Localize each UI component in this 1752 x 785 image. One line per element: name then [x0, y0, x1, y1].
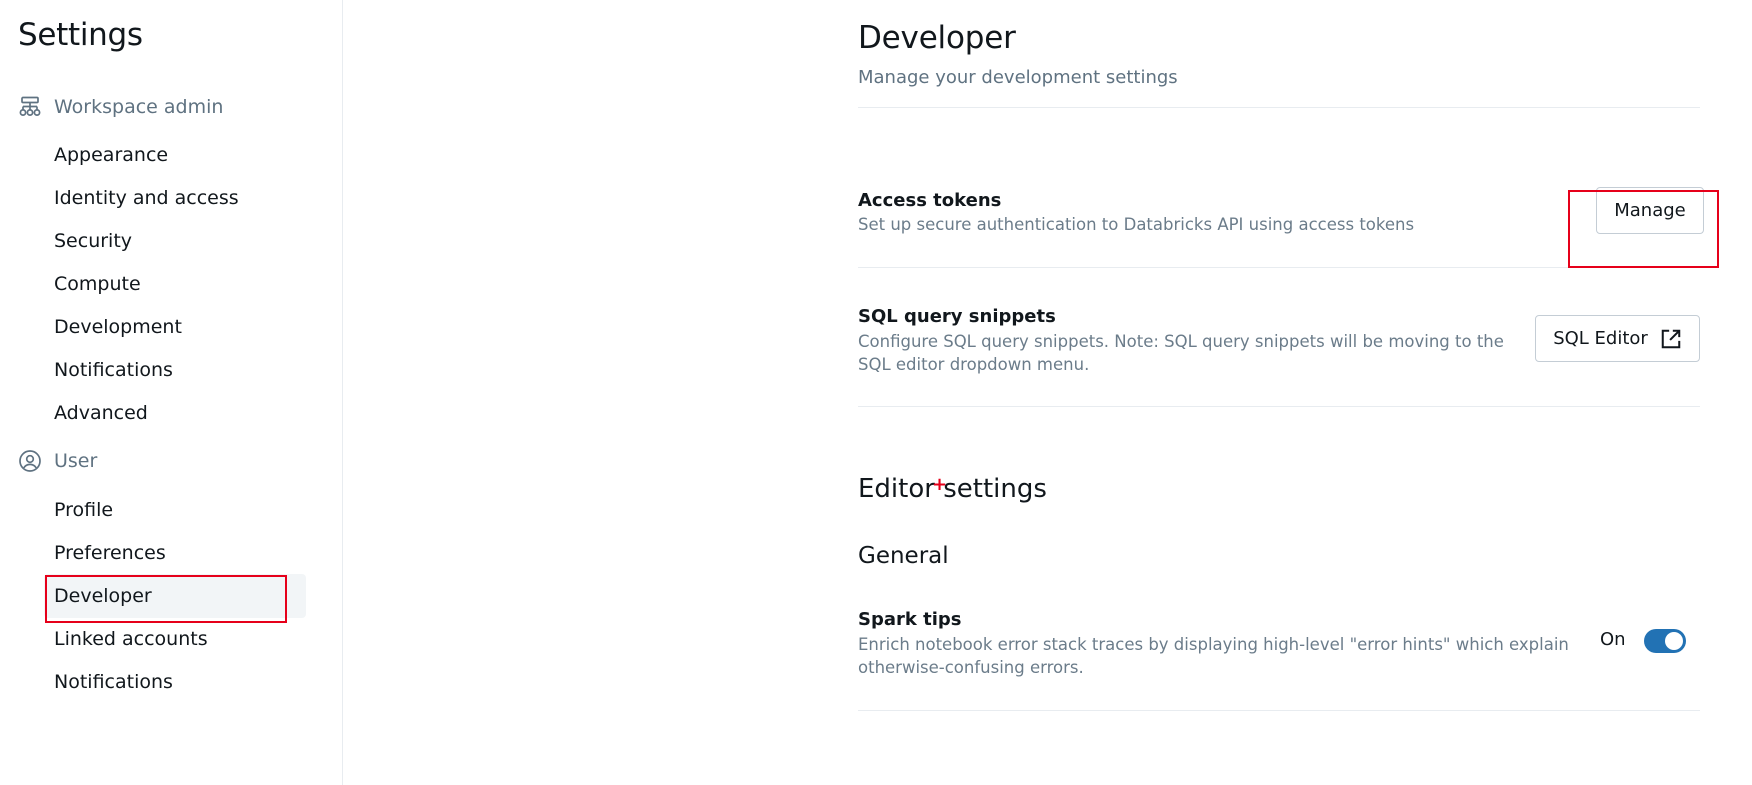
- sidebar-item-linked-accounts[interactable]: Linked accounts: [44, 617, 306, 661]
- mouse-cursor-marker: +: [932, 474, 948, 495]
- workspace-admin-icon: [18, 95, 42, 119]
- sidebar-item-notifications-admin[interactable]: Notifications: [44, 348, 306, 392]
- sidebar-item-security[interactable]: Security: [44, 219, 306, 263]
- page-title: Developer: [858, 20, 1016, 56]
- section-label: Workspace admin: [54, 96, 224, 118]
- spark-tips-title: Spark tips: [858, 609, 962, 630]
- access-tokens-description: Set up secure authentication to Databric…: [858, 215, 1415, 234]
- toggle-knob: [1665, 632, 1683, 650]
- sidebar-item-preferences[interactable]: Preferences: [44, 531, 306, 575]
- sql-snippets-description-line2: SQL editor dropdown menu.: [858, 355, 1090, 374]
- divider: [858, 406, 1700, 407]
- section-label: User: [54, 450, 98, 472]
- spark-tips-toggle-label: On: [1600, 629, 1626, 650]
- sql-snippets-description-line1: Configure SQL query snippets. Note: SQL …: [858, 332, 1504, 351]
- settings-sidebar: Settings Workspace admin Appearance Iden…: [0, 0, 343, 785]
- editor-settings-title: Editor settings: [858, 474, 1047, 504]
- divider: [858, 267, 1700, 268]
- manage-button[interactable]: Manage: [1596, 187, 1704, 234]
- spark-tips-description-line1: Enrich notebook error stack traces by di…: [858, 635, 1569, 654]
- divider: [858, 107, 1700, 108]
- sidebar-item-development[interactable]: Development: [44, 305, 306, 349]
- sidebar-item-compute[interactable]: Compute: [44, 262, 306, 306]
- sql-editor-button[interactable]: SQL Editor: [1535, 315, 1700, 362]
- user-circle-icon: [18, 449, 42, 473]
- section-workspace-admin: Workspace admin: [18, 92, 223, 122]
- sidebar-item-identity-and-access[interactable]: Identity and access: [44, 176, 306, 220]
- sidebar-item-profile[interactable]: Profile: [44, 488, 306, 532]
- section-user: User: [18, 446, 97, 476]
- sidebar-item-notifications-user[interactable]: Notifications: [44, 660, 306, 704]
- page-subtitle: Manage your development settings: [858, 67, 1178, 88]
- sidebar-item-appearance[interactable]: Appearance: [44, 133, 306, 177]
- spark-tips-description-line2: otherwise-confusing errors.: [858, 658, 1084, 677]
- access-tokens-title: Access tokens: [858, 190, 1002, 211]
- settings-title: Settings: [18, 17, 143, 53]
- sql-snippets-title: SQL query snippets: [858, 306, 1056, 327]
- sidebar-item-advanced[interactable]: Advanced: [44, 391, 306, 435]
- general-subheading: General: [858, 543, 949, 569]
- spark-tips-toggle[interactable]: [1644, 629, 1686, 653]
- sql-editor-button-label: SQL Editor: [1553, 328, 1648, 349]
- sidebar-item-developer[interactable]: Developer: [44, 574, 306, 618]
- divider: [858, 710, 1700, 711]
- external-link-icon: [1660, 328, 1682, 350]
